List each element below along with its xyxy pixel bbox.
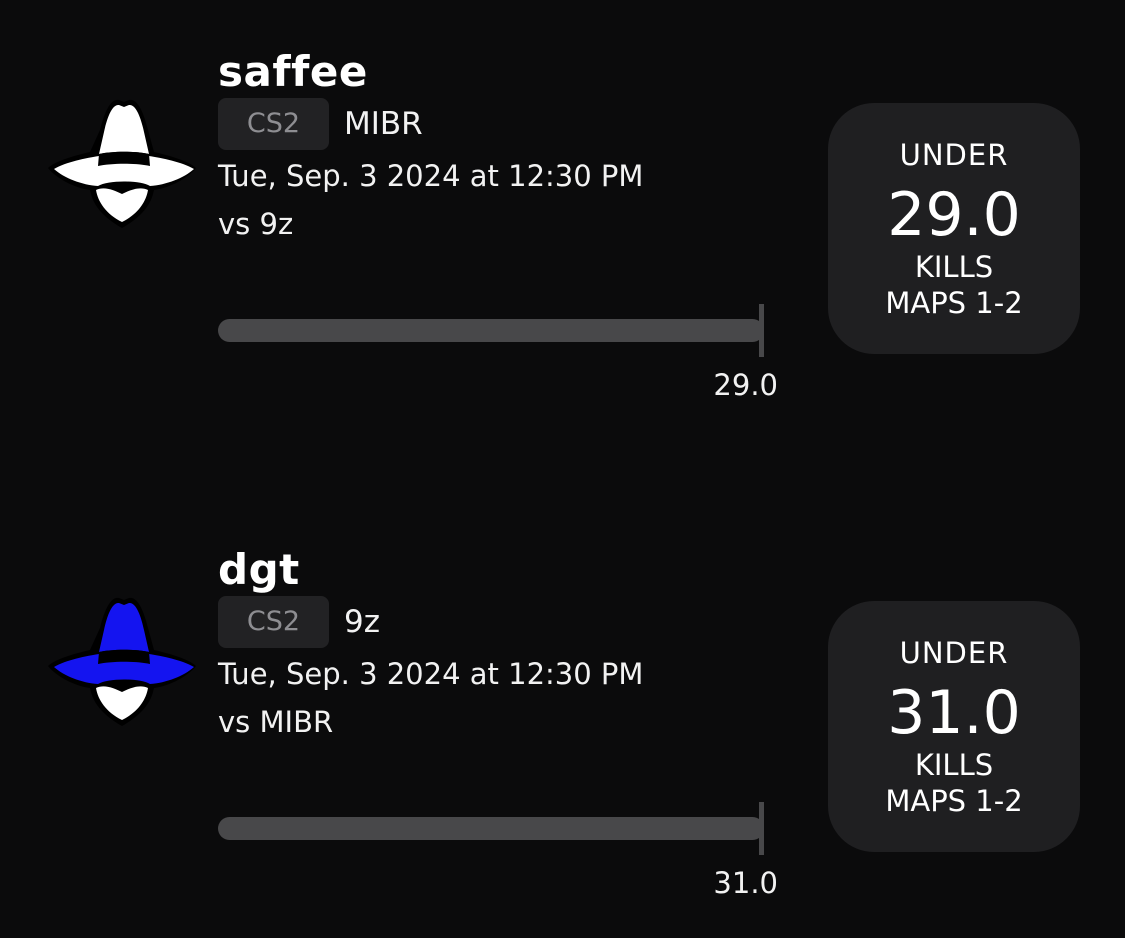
player-name: dgt	[218, 545, 300, 594]
player-name: saffee	[218, 47, 368, 96]
team-name: MIBR	[344, 106, 423, 142]
line-marker	[759, 802, 764, 855]
match-datetime: Tue, Sep. 3 2024 at 12:30 PM	[218, 657, 644, 691]
stat-scope: MAPS 1-2	[885, 286, 1023, 320]
line-marker-label: 29.0	[713, 368, 778, 402]
line-marker	[759, 304, 764, 357]
pick-direction: UNDER	[899, 636, 1009, 670]
projection-box[interactable]: UNDER 31.0 KILLS MAPS 1-2	[828, 601, 1080, 852]
prop-card[interactable]: saffee CS2 MIBR Tue, Sep. 3 2024 at 12:3…	[0, 0, 1125, 440]
pick-direction: UNDER	[899, 138, 1009, 172]
game-badge: CS2	[218, 596, 329, 648]
projection-value: 29.0	[887, 180, 1021, 250]
projection-box[interactable]: UNDER 29.0 KILLS MAPS 1-2	[828, 103, 1080, 354]
match-datetime: Tue, Sep. 3 2024 at 12:30 PM	[218, 159, 644, 193]
stat-type: KILLS	[914, 748, 994, 782]
line-progress-bar	[218, 319, 764, 342]
prop-card[interactable]: dgt CS2 9z Tue, Sep. 3 2024 at 12:30 PM …	[0, 498, 1125, 938]
stat-scope: MAPS 1-2	[885, 784, 1023, 818]
stat-type: KILLS	[914, 250, 994, 284]
line-marker-label: 31.0	[713, 866, 778, 900]
spy-hat-icon	[48, 99, 196, 228]
opponent: vs MIBR	[218, 705, 334, 739]
team-name: 9z	[344, 604, 380, 640]
spy-hat-icon	[48, 597, 196, 726]
projection-value: 31.0	[887, 678, 1021, 748]
opponent: vs 9z	[218, 207, 294, 241]
game-badge: CS2	[218, 98, 329, 150]
line-progress-bar	[218, 817, 764, 840]
